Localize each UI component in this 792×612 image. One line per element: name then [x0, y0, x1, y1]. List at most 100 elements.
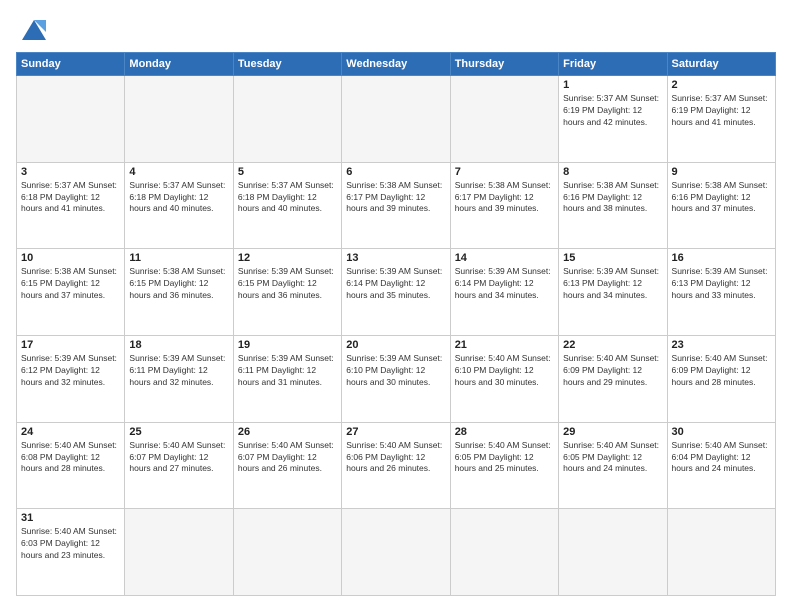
day-number: 20	[346, 339, 445, 351]
calendar-cell: 5 Sunrise: 5:37 AM Sunset: 6:18 PM Daylig…	[233, 162, 341, 249]
calendar-cell: 6 Sunrise: 5:38 AM Sunset: 6:17 PM Daylig…	[342, 162, 450, 249]
calendar-cell	[17, 76, 125, 163]
day-info: Sunrise: 5:37 AM Sunset: 6:18 PM Dayligh…	[129, 180, 228, 216]
calendar-cell: 11 Sunrise: 5:38 AM Sunset: 6:15 PM Dayli…	[125, 249, 233, 336]
weekday-header-friday: Friday	[559, 53, 667, 76]
day-number: 21	[455, 339, 554, 351]
day-number: 26	[238, 426, 337, 438]
calendar-cell	[125, 76, 233, 163]
day-number: 9	[672, 166, 771, 178]
day-info: Sunrise: 5:40 AM Sunset: 6:09 PM Dayligh…	[672, 353, 771, 389]
day-number: 13	[346, 252, 445, 264]
day-number: 11	[129, 252, 228, 264]
day-info: Sunrise: 5:37 AM Sunset: 6:18 PM Dayligh…	[238, 180, 337, 216]
calendar-week-6: 31Sunrise: 5:40 AM Sunset: 6:03 PM Dayli…	[17, 509, 776, 596]
calendar-cell: 27Sunrise: 5:40 AM Sunset: 6:06 PM Dayli…	[342, 422, 450, 509]
day-info: Sunrise: 5:40 AM Sunset: 6:09 PM Dayligh…	[563, 353, 662, 389]
calendar-cell: 29 Sunrise: 5:40 AM Sunset: 6:05 PM Dayli…	[559, 422, 667, 509]
day-number: 10	[21, 252, 120, 264]
calendar-cell: 13Sunrise: 5:39 AM Sunset: 6:14 PM Dayli…	[342, 249, 450, 336]
weekday-header-tuesday: Tuesday	[233, 53, 341, 76]
calendar-cell	[233, 76, 341, 163]
day-info: Sunrise: 5:40 AM Sunset: 6:04 PM Dayligh…	[672, 440, 771, 476]
weekday-header-thursday: Thursday	[450, 53, 558, 76]
calendar-cell: 25 Sunrise: 5:40 AM Sunset: 6:07 PM Dayli…	[125, 422, 233, 509]
calendar-week-5: 24Sunrise: 5:40 AM Sunset: 6:08 PM Dayli…	[17, 422, 776, 509]
calendar-cell	[559, 509, 667, 596]
day-number: 19	[238, 339, 337, 351]
day-info: Sunrise: 5:39 AM Sunset: 6:13 PM Dayligh…	[563, 266, 662, 302]
day-number: 7	[455, 166, 554, 178]
page: SundayMondayTuesdayWednesdayThursdayFrid…	[0, 0, 792, 612]
calendar-week-3: 10 Sunrise: 5:38 AM Sunset: 6:15 PM Dayli…	[17, 249, 776, 336]
day-number: 29	[563, 426, 662, 438]
weekday-header-saturday: Saturday	[667, 53, 775, 76]
day-number: 14	[455, 252, 554, 264]
calendar-cell: 8Sunrise: 5:38 AM Sunset: 6:16 PM Daylig…	[559, 162, 667, 249]
logo	[16, 16, 50, 44]
calendar-cell: 3Sunrise: 5:37 AM Sunset: 6:18 PM Daylig…	[17, 162, 125, 249]
calendar-header: SundayMondayTuesdayWednesdayThursdayFrid…	[17, 53, 776, 76]
day-number: 5	[238, 166, 337, 178]
weekday-header-wednesday: Wednesday	[342, 53, 450, 76]
day-info: Sunrise: 5:38 AM Sunset: 6:17 PM Dayligh…	[346, 180, 445, 216]
calendar-cell	[450, 509, 558, 596]
calendar-cell: 18 Sunrise: 5:39 AM Sunset: 6:11 PM Dayli…	[125, 335, 233, 422]
day-info: Sunrise: 5:38 AM Sunset: 6:17 PM Dayligh…	[455, 180, 554, 216]
calendar-week-4: 17Sunrise: 5:39 AM Sunset: 6:12 PM Dayli…	[17, 335, 776, 422]
day-info: Sunrise: 5:40 AM Sunset: 6:10 PM Dayligh…	[455, 353, 554, 389]
header	[16, 16, 776, 44]
day-number: 1	[563, 79, 662, 91]
calendar-cell: 7 Sunrise: 5:38 AM Sunset: 6:17 PM Daylig…	[450, 162, 558, 249]
weekday-row: SundayMondayTuesdayWednesdayThursdayFrid…	[17, 53, 776, 76]
calendar-cell: 16 Sunrise: 5:39 AM Sunset: 6:13 PM Dayli…	[667, 249, 775, 336]
calendar-cell: 21 Sunrise: 5:40 AM Sunset: 6:10 PM Dayli…	[450, 335, 558, 422]
calendar-cell: 31Sunrise: 5:40 AM Sunset: 6:03 PM Dayli…	[17, 509, 125, 596]
calendar-cell	[125, 509, 233, 596]
day-number: 15	[563, 252, 662, 264]
calendar-cell: 30 Sunrise: 5:40 AM Sunset: 6:04 PM Dayli…	[667, 422, 775, 509]
calendar-cell: 17Sunrise: 5:39 AM Sunset: 6:12 PM Dayli…	[17, 335, 125, 422]
calendar-cell: 22 Sunrise: 5:40 AM Sunset: 6:09 PM Dayli…	[559, 335, 667, 422]
day-number: 12	[238, 252, 337, 264]
day-number: 3	[21, 166, 120, 178]
day-info: Sunrise: 5:39 AM Sunset: 6:10 PM Dayligh…	[346, 353, 445, 389]
day-info: Sunrise: 5:40 AM Sunset: 6:06 PM Dayligh…	[346, 440, 445, 476]
day-info: Sunrise: 5:39 AM Sunset: 6:13 PM Dayligh…	[672, 266, 771, 302]
day-info: Sunrise: 5:37 AM Sunset: 6:19 PM Dayligh…	[563, 93, 662, 129]
day-info: Sunrise: 5:38 AM Sunset: 6:16 PM Dayligh…	[563, 180, 662, 216]
calendar-cell	[342, 76, 450, 163]
day-number: 18	[129, 339, 228, 351]
day-number: 30	[672, 426, 771, 438]
calendar-cell: 9 Sunrise: 5:38 AM Sunset: 6:16 PM Daylig…	[667, 162, 775, 249]
day-number: 22	[563, 339, 662, 351]
day-info: Sunrise: 5:38 AM Sunset: 6:16 PM Dayligh…	[672, 180, 771, 216]
day-number: 28	[455, 426, 554, 438]
calendar-cell: 10 Sunrise: 5:38 AM Sunset: 6:15 PM Dayli…	[17, 249, 125, 336]
day-info: Sunrise: 5:40 AM Sunset: 6:07 PM Dayligh…	[129, 440, 228, 476]
day-info: Sunrise: 5:40 AM Sunset: 6:07 PM Dayligh…	[238, 440, 337, 476]
weekday-header-sunday: Sunday	[17, 53, 125, 76]
day-info: Sunrise: 5:38 AM Sunset: 6:15 PM Dayligh…	[21, 266, 120, 302]
day-info: Sunrise: 5:40 AM Sunset: 6:05 PM Dayligh…	[563, 440, 662, 476]
day-number: 6	[346, 166, 445, 178]
calendar-cell: 20 Sunrise: 5:39 AM Sunset: 6:10 PM Dayli…	[342, 335, 450, 422]
weekday-header-monday: Monday	[125, 53, 233, 76]
calendar-cell: 2Sunrise: 5:37 AM Sunset: 6:19 PM Daylig…	[667, 76, 775, 163]
day-number: 25	[129, 426, 228, 438]
calendar-cell: 28Sunrise: 5:40 AM Sunset: 6:05 PM Dayli…	[450, 422, 558, 509]
day-number: 4	[129, 166, 228, 178]
day-info: Sunrise: 5:38 AM Sunset: 6:15 PM Dayligh…	[129, 266, 228, 302]
day-number: 16	[672, 252, 771, 264]
day-info: Sunrise: 5:39 AM Sunset: 6:15 PM Dayligh…	[238, 266, 337, 302]
calendar-cell	[450, 76, 558, 163]
calendar-table: SundayMondayTuesdayWednesdayThursdayFrid…	[16, 52, 776, 596]
calendar-week-1: 1 Sunrise: 5:37 AM Sunset: 6:19 PM Daylig…	[17, 76, 776, 163]
day-number: 2	[672, 79, 771, 91]
calendar-cell: 15 Sunrise: 5:39 AM Sunset: 6:13 PM Dayli…	[559, 249, 667, 336]
calendar-cell: 14Sunrise: 5:39 AM Sunset: 6:14 PM Dayli…	[450, 249, 558, 336]
day-info: Sunrise: 5:39 AM Sunset: 6:11 PM Dayligh…	[129, 353, 228, 389]
day-number: 31	[21, 512, 120, 524]
calendar-cell	[233, 509, 341, 596]
calendar-cell: 26 Sunrise: 5:40 AM Sunset: 6:07 PM Dayli…	[233, 422, 341, 509]
